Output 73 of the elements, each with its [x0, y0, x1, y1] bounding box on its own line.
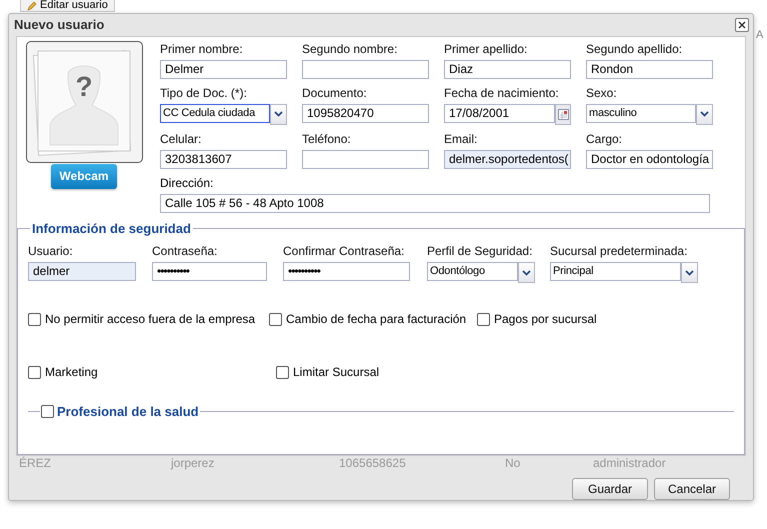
- checkbox-label: No permitir acceso fuera de la empresa: [45, 311, 256, 328]
- close-button[interactable]: [735, 18, 749, 32]
- field-label: Tipo de Doc. (*):: [160, 86, 248, 101]
- field-label: Primer apellido:: [444, 42, 528, 57]
- chevron-down-icon: [274, 111, 283, 118]
- checkbox[interactable]: [28, 366, 41, 379]
- chevron-down-icon: [700, 111, 709, 118]
- table-cell-text: administrador: [593, 455, 667, 472]
- dropdown-button[interactable]: [681, 262, 698, 284]
- section-title: Información de seguridad: [31, 220, 192, 238]
- table-cell-text: No: [505, 455, 522, 472]
- input-field[interactable]: delmer: [28, 262, 136, 282]
- checkbox[interactable]: [28, 312, 41, 326]
- input-field[interactable]: Rondon: [586, 60, 713, 79]
- field-label: Primer nombre:: [160, 42, 244, 57]
- question-mark: ?: [75, 72, 93, 101]
- dialog-button[interactable]: Cancelar: [654, 478, 730, 500]
- field-label: Cargo:: [586, 132, 624, 147]
- close-icon: [738, 20, 746, 29]
- chevron-down-icon: [685, 270, 694, 276]
- input-field[interactable]: Calle 105 # 56 - 48 Apto 1008: [160, 194, 710, 213]
- section-title: Profesional de la salud: [57, 403, 199, 422]
- field-label: Fecha de nacimiento:: [444, 86, 560, 101]
- checkbox-label: Marketing: [45, 364, 98, 382]
- field-label: Contraseña:: [152, 244, 218, 260]
- window-title: Nuevo usuario: [14, 16, 104, 34]
- select-field[interactable]: masculino: [586, 104, 696, 123]
- checkbox[interactable]: [276, 366, 289, 379]
- dropdown-button[interactable]: [270, 104, 287, 125]
- field-label: Usuario:: [28, 244, 74, 260]
- field-label: Confirmar Contraseña:: [283, 244, 406, 260]
- password-field[interactable]: ••••••••••: [152, 262, 267, 282]
- checkbox-label: Pagos por sucursal: [494, 311, 597, 328]
- field-label: Celular:: [160, 132, 202, 147]
- table-cell-text: 1065658625: [339, 455, 407, 472]
- checkbox-label: Limitar Sucursal: [293, 364, 380, 382]
- input-field[interactable]: 3203813607: [160, 150, 287, 169]
- column-header: A: [756, 28, 764, 43]
- field-label: Segundo apellido:: [586, 42, 684, 57]
- input-field[interactable]: Diaz: [444, 60, 571, 79]
- field-label: Sexo:: [586, 86, 618, 101]
- select-field[interactable]: CC Cedula ciudada: [160, 104, 270, 123]
- checkbox[interactable]: [269, 312, 282, 326]
- input-field[interactable]: delmer.soportedentos(: [444, 150, 571, 169]
- input-field[interactable]: [302, 150, 429, 169]
- field-label: Segundo nombre:: [302, 42, 398, 57]
- field-label: Teléfono:: [302, 132, 352, 147]
- password-field[interactable]: ••••••••••: [283, 262, 410, 282]
- table-cell-text: ÉREZ: [19, 455, 52, 472]
- checkbox[interactable]: [477, 312, 490, 326]
- field-label: Email:: [444, 132, 478, 147]
- input-field[interactable]: [302, 60, 429, 79]
- dropdown-button[interactable]: [518, 262, 535, 284]
- field-label: Documento:: [302, 86, 368, 101]
- calendar-button[interactable]: [555, 104, 571, 125]
- field-label: Dirección:: [160, 176, 214, 191]
- select-field[interactable]: Principal: [550, 262, 681, 282]
- field-label: Perfil de Seguridad:: [427, 244, 534, 260]
- chevron-down-icon: [522, 270, 531, 276]
- input-field[interactable]: 1095820470: [302, 104, 429, 123]
- select-field[interactable]: Odontólogo: [427, 262, 518, 282]
- edit-user-button[interactable]: Editar usuario: [20, 0, 115, 12]
- checkbox[interactable]: [41, 405, 54, 418]
- table-cell-text: jorperez: [171, 455, 216, 472]
- pencil-icon: [27, 0, 37, 10]
- dialog-button[interactable]: Guardar: [572, 478, 648, 500]
- field-label: Sucursal predeterminada:: [550, 244, 688, 260]
- checkbox-label: Cambio de fecha para facturación: [286, 311, 466, 328]
- dropdown-button[interactable]: [696, 104, 713, 125]
- input-field[interactable]: Delmer: [160, 60, 287, 79]
- calendar-icon: [558, 108, 568, 120]
- date-field[interactable]: 17/08/2001: [444, 104, 555, 123]
- input-field[interactable]: Doctor en odontología: [586, 150, 713, 169]
